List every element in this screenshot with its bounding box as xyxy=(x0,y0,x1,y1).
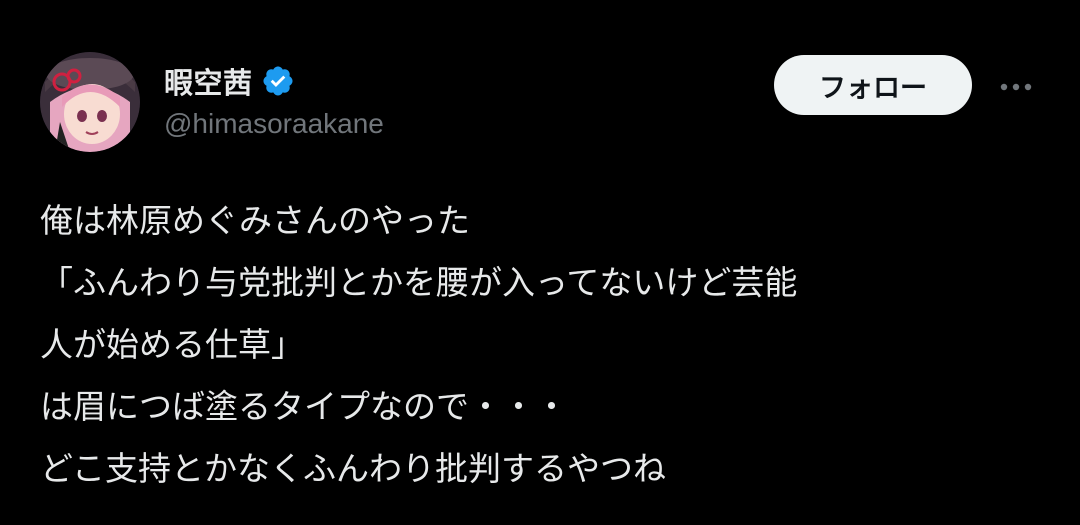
verified-badge-icon xyxy=(262,66,293,96)
tweet-line: 「ふんわり与党批判とかを腰が入ってないけど芸能 xyxy=(40,263,798,302)
name-row: 暇空茜 xyxy=(164,60,384,102)
follow-button[interactable]: フォロー xyxy=(774,55,972,115)
anime-avatar-icon xyxy=(40,52,140,152)
more-dots-icon[interactable] xyxy=(998,72,1034,102)
tweet-header: 暇空茜 @himasoraakane フォロー xyxy=(40,52,1040,162)
handle[interactable]: @himasoraakane xyxy=(164,108,384,140)
author-info: 暇空茜 @himasoraakane xyxy=(164,60,384,140)
tweet-line: は眉につば塗るタイプなので・・・ xyxy=(40,387,568,426)
avatar[interactable] xyxy=(40,52,140,152)
tweet-line: 俺は林原めぐみさんのやった xyxy=(40,201,470,240)
tweet-line: 人が始める仕草」 xyxy=(40,325,304,364)
tweet-line: どこ支持とかなくふんわり批判するやつね xyxy=(40,449,667,488)
tweet-text: 俺は林原めぐみさんのやった 「ふんわり与党批判とかを腰が入ってないけど芸能 人が… xyxy=(40,190,1040,500)
display-name[interactable]: 暇空茜 xyxy=(164,60,253,102)
